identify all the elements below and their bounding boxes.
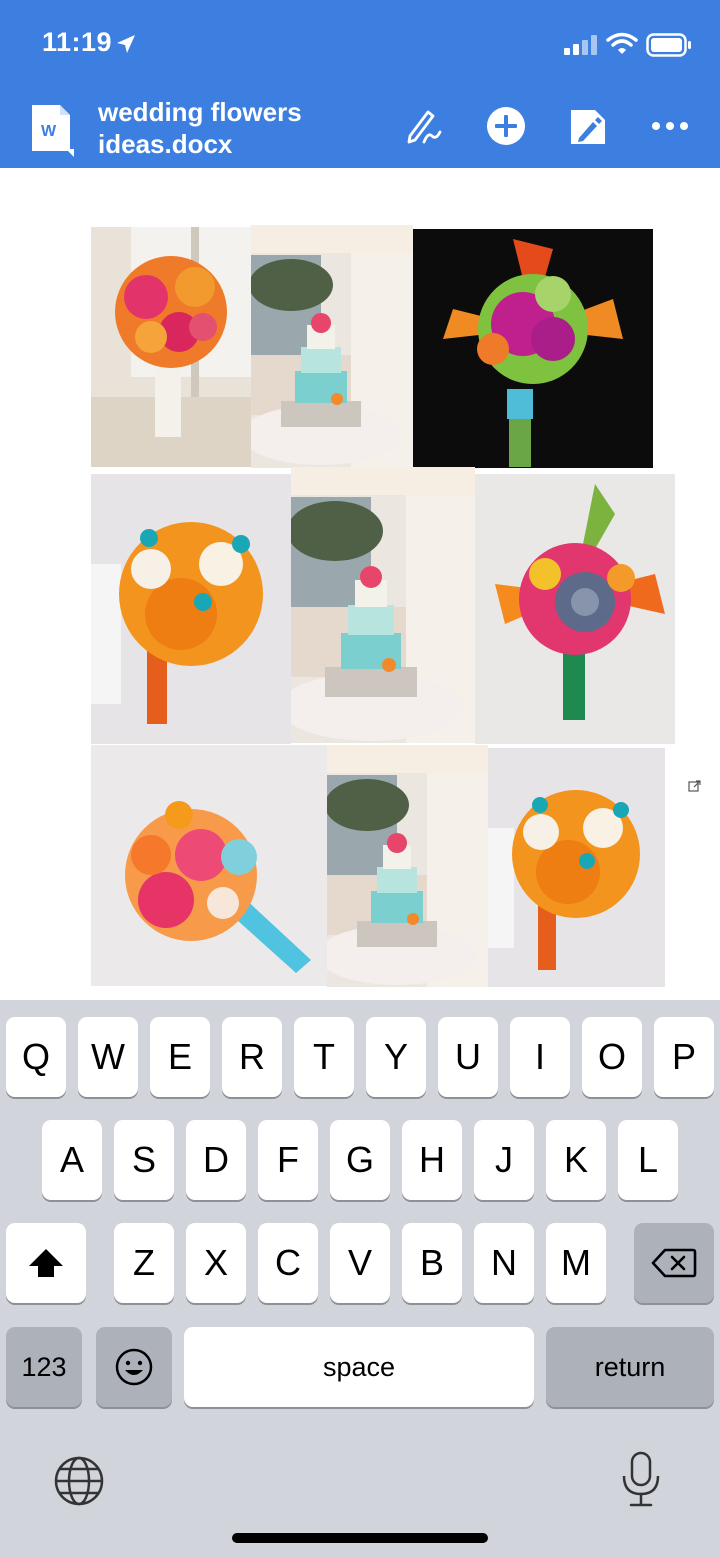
edit-document-icon[interactable] xyxy=(569,106,609,146)
key-p[interactable]: P xyxy=(654,1017,714,1097)
numbers-key[interactable]: 123 xyxy=(6,1327,82,1407)
doc-icon-letter: W xyxy=(41,123,57,140)
app-header: 11:19 W wedding flowers ideas.docx xyxy=(0,0,720,168)
key-f[interactable]: F xyxy=(258,1120,318,1200)
key-v[interactable]: V xyxy=(330,1223,390,1303)
word-document-icon: W xyxy=(32,105,74,157)
add-icon[interactable] xyxy=(486,106,526,146)
key-o[interactable]: O xyxy=(582,1017,642,1097)
succulent-protea-bouquet-image xyxy=(475,474,675,744)
location-arrow-icon xyxy=(117,35,135,53)
bird-of-paradise-orchid-bouquet-image xyxy=(413,229,653,468)
external-link-icon[interactable] xyxy=(688,779,702,793)
key-y[interactable]: Y xyxy=(366,1017,426,1097)
return-key[interactable]: return xyxy=(546,1327,714,1407)
key-t[interactable]: T xyxy=(294,1017,354,1097)
status-time: 11:19 xyxy=(42,27,113,57)
orange-calla-lily-bouquet-image xyxy=(91,227,251,467)
shift-icon xyxy=(29,1249,63,1277)
emoji-icon xyxy=(115,1348,153,1386)
pink-plumeria-turquoise-bouquet-image xyxy=(91,745,327,986)
pen-icon[interactable] xyxy=(402,106,446,148)
key-e[interactable]: E xyxy=(150,1017,210,1097)
key-r[interactable]: R xyxy=(222,1017,282,1097)
key-i[interactable]: I xyxy=(510,1017,570,1097)
battery-icon xyxy=(646,33,691,57)
shift-key[interactable] xyxy=(6,1223,86,1303)
turquoise-wedding-cake-image-3 xyxy=(327,745,488,987)
orange-lily-turquoise-bouquet-image-2 xyxy=(488,748,665,987)
key-m[interactable]: M xyxy=(546,1223,606,1303)
microphone-icon[interactable] xyxy=(620,1450,662,1510)
key-w[interactable]: W xyxy=(78,1017,138,1097)
home-indicator[interactable] xyxy=(232,1533,488,1543)
key-k[interactable]: K xyxy=(546,1120,606,1200)
key-n[interactable]: N xyxy=(474,1223,534,1303)
orange-lily-turquoise-bouquet-image xyxy=(91,474,291,744)
key-a[interactable]: A xyxy=(42,1120,102,1200)
keyboard: Q W E R T Y U I O P A S D F G H J K L Z … xyxy=(0,1000,720,1558)
backspace-key[interactable] xyxy=(634,1223,714,1303)
key-j[interactable]: J xyxy=(474,1120,534,1200)
wifi-icon xyxy=(606,32,638,54)
globe-icon[interactable] xyxy=(53,1455,105,1507)
key-b[interactable]: B xyxy=(402,1223,462,1303)
more-icon[interactable] xyxy=(650,120,690,132)
key-d[interactable]: D xyxy=(186,1120,246,1200)
document-title: wedding flowers ideas.docx xyxy=(98,97,302,159)
key-q[interactable]: Q xyxy=(6,1017,66,1097)
key-x[interactable]: X xyxy=(186,1223,246,1303)
key-c[interactable]: C xyxy=(258,1223,318,1303)
backspace-icon xyxy=(651,1248,697,1278)
key-u[interactable]: U xyxy=(438,1017,498,1097)
turquoise-wedding-cake-image-2 xyxy=(291,467,475,743)
emoji-key[interactable] xyxy=(96,1327,172,1407)
key-g[interactable]: G xyxy=(330,1120,390,1200)
key-s[interactable]: S xyxy=(114,1120,174,1200)
space-key[interactable]: space xyxy=(184,1327,534,1407)
cellular-signal-icon xyxy=(564,35,597,55)
key-z[interactable]: Z xyxy=(114,1223,174,1303)
turquoise-wedding-cake-image xyxy=(251,225,413,468)
key-h[interactable]: H xyxy=(402,1120,462,1200)
key-l[interactable]: L xyxy=(618,1120,678,1200)
